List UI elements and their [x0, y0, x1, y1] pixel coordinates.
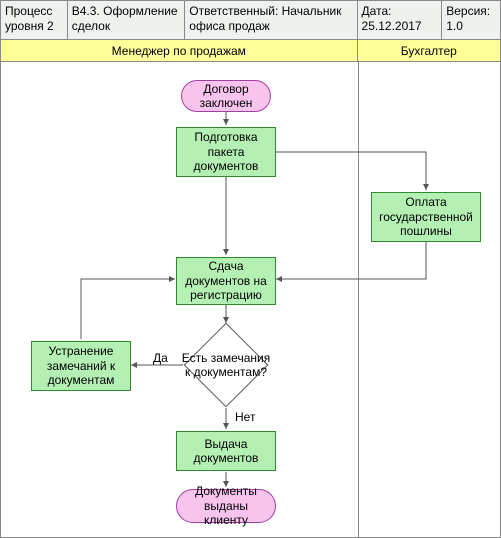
header-version: Версия: 1.0	[442, 1, 500, 39]
process-pay-fee: Оплата государственной пошлины	[371, 192, 481, 242]
start-terminator: Договор заключен	[181, 80, 271, 112]
version-value: 1.0	[446, 19, 463, 33]
lane-accountant	[359, 62, 501, 538]
process-submit: Сдача документов на регистрацию	[176, 257, 276, 305]
header-level: Процесс уровня 2	[1, 1, 68, 39]
process-issue: Выдача документов	[176, 431, 276, 471]
header-responsible: Ответственный: Начальник офиса продаж	[185, 1, 357, 39]
lane-title-accountant: Бухгалтер	[358, 40, 500, 61]
header-date: Дата: 25.12.2017	[358, 1, 443, 39]
edge-label-no: Нет	[235, 410, 255, 424]
version-label: Версия:	[446, 4, 490, 18]
process-prepare: Подготовка пакета документов	[176, 127, 276, 177]
date-value: 25.12.2017	[362, 19, 422, 33]
lane-title-manager: Менеджер по продажам	[1, 40, 358, 61]
header-row: Процесс уровня 2 В4.3. Оформление сделок…	[1, 1, 500, 40]
decision-label: Есть замечания к документам?	[171, 332, 281, 398]
bpmn-diagram: Процесс уровня 2 В4.3. Оформление сделок…	[0, 0, 501, 538]
lanes-body: Договор заключен Подготовка пакета докум…	[1, 62, 500, 538]
edge-label-yes: Да	[153, 351, 168, 365]
process-fix: Устранение замечаний к документам	[31, 341, 131, 391]
header-code: В4.3. Оформление сделок	[68, 1, 186, 39]
date-label: Дата:	[362, 4, 392, 18]
end-terminator: Документы выданы клиенту	[176, 489, 276, 523]
lane-titles: Менеджер по продажам Бухгалтер	[1, 40, 500, 62]
